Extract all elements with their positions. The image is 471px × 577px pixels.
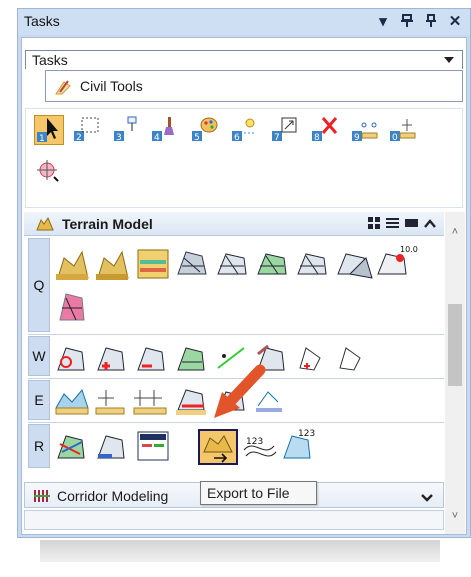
window-shadow	[40, 540, 440, 562]
delete-tool[interactable]: 8	[310, 115, 340, 145]
svg-text:1: 1	[39, 134, 45, 144]
svg-text:123: 123	[246, 437, 263, 447]
terrain-folder-icon	[36, 216, 54, 235]
brush-tool[interactable]: 4	[150, 115, 180, 145]
terrain-row-r: 123 123	[57, 429, 315, 465]
svg-text:10.0: 10.0	[400, 245, 418, 254]
svg-text:7: 7	[274, 133, 280, 143]
target-tool[interactable]	[34, 157, 64, 187]
civil-tools-icon	[54, 78, 74, 99]
tasks-window: Tasks ▾ ✕ Tasks Civil Tools 1 2 3 4 5 6 …	[17, 8, 471, 538]
terrain-row-e	[55, 388, 282, 415]
svg-text:4: 4	[154, 133, 160, 143]
next-section-header[interactable]	[24, 510, 444, 530]
row-separator	[28, 334, 444, 335]
fence-tool[interactable]: 2	[72, 115, 102, 145]
row-separator	[28, 422, 444, 423]
row-key-q: Q	[28, 238, 50, 332]
svg-text:5: 5	[194, 133, 200, 143]
row-separator	[28, 378, 444, 379]
tasks-panel: Tasks Civil Tools 1 2 3 4 5 6 7 8 9 0 Te…	[21, 37, 467, 535]
svg-text:8: 8	[314, 133, 320, 143]
export-to-file-tooltip: Export to File	[200, 481, 317, 505]
civil-tools-label: Civil Tools	[80, 78, 143, 94]
tasks-dropdown-value: Tasks	[32, 52, 68, 68]
corridor-modeling-label: Corridor Modeling	[57, 488, 169, 504]
window-title: Tasks	[24, 13, 60, 29]
select-element-tool[interactable]: 1	[34, 115, 64, 145]
terrain-tool-rows: Q 10.0 W E R 123 123	[24, 238, 444, 470]
compact-view-icon[interactable]	[405, 217, 418, 232]
corridor-icon	[33, 488, 51, 507]
scrollbar-thumb[interactable]	[448, 304, 462, 386]
terrain-tool-icon: 10.0	[56, 245, 418, 321]
ruler-tool[interactable]: 0	[388, 115, 418, 145]
terrain-model-label: Terrain Model	[62, 216, 153, 232]
measure-tool[interactable]: 9	[350, 115, 380, 145]
svg-text:123: 123	[298, 429, 315, 439]
list-view-icon[interactable]	[386, 217, 399, 232]
pin-icon[interactable]	[398, 11, 416, 31]
civil-tools-tab[interactable]: Civil Tools	[45, 70, 463, 102]
svg-text:9: 9	[354, 133, 360, 143]
svg-text:6: 6	[234, 133, 240, 143]
row-key-e: E	[28, 380, 50, 420]
terrain-row-w	[57, 344, 361, 371]
svg-text:0: 0	[392, 133, 398, 143]
terrain-model-header[interactable]: Terrain Model	[24, 212, 444, 236]
row-key-w: W	[28, 336, 50, 376]
tasks-dropdown[interactable]: Tasks	[25, 50, 463, 69]
grid-view-icon[interactable]	[368, 217, 380, 232]
collapse-icon[interactable]	[424, 217, 436, 232]
chevron-down-icon[interactable]: ▾	[374, 11, 392, 31]
scroll-up-icon[interactable]: ˄	[449, 226, 461, 238]
scroll-down-icon[interactable]: ˅	[449, 510, 461, 522]
svg-text:3: 3	[116, 133, 122, 143]
title-bar: Tasks ▾ ✕	[18, 9, 470, 35]
row-key-r: R	[28, 424, 50, 468]
chevron-down-icon[interactable]	[444, 57, 454, 63]
main-toolbox: 1 2 3 4 5 6 7 8 9 0	[25, 108, 463, 208]
light-tool[interactable]: 6	[230, 115, 260, 145]
scale-tool[interactable]: 7	[270, 115, 300, 145]
move-tool[interactable]: 3	[112, 115, 142, 145]
close-icon[interactable]: ✕	[446, 11, 464, 31]
palette-tool[interactable]: 5	[190, 115, 220, 145]
vertical-scrollbar[interactable]: ˄ ˅	[445, 212, 465, 534]
pin-icon[interactable]	[422, 11, 440, 31]
svg-text:2: 2	[76, 133, 82, 143]
chevron-down-icon[interactable]	[421, 490, 433, 505]
